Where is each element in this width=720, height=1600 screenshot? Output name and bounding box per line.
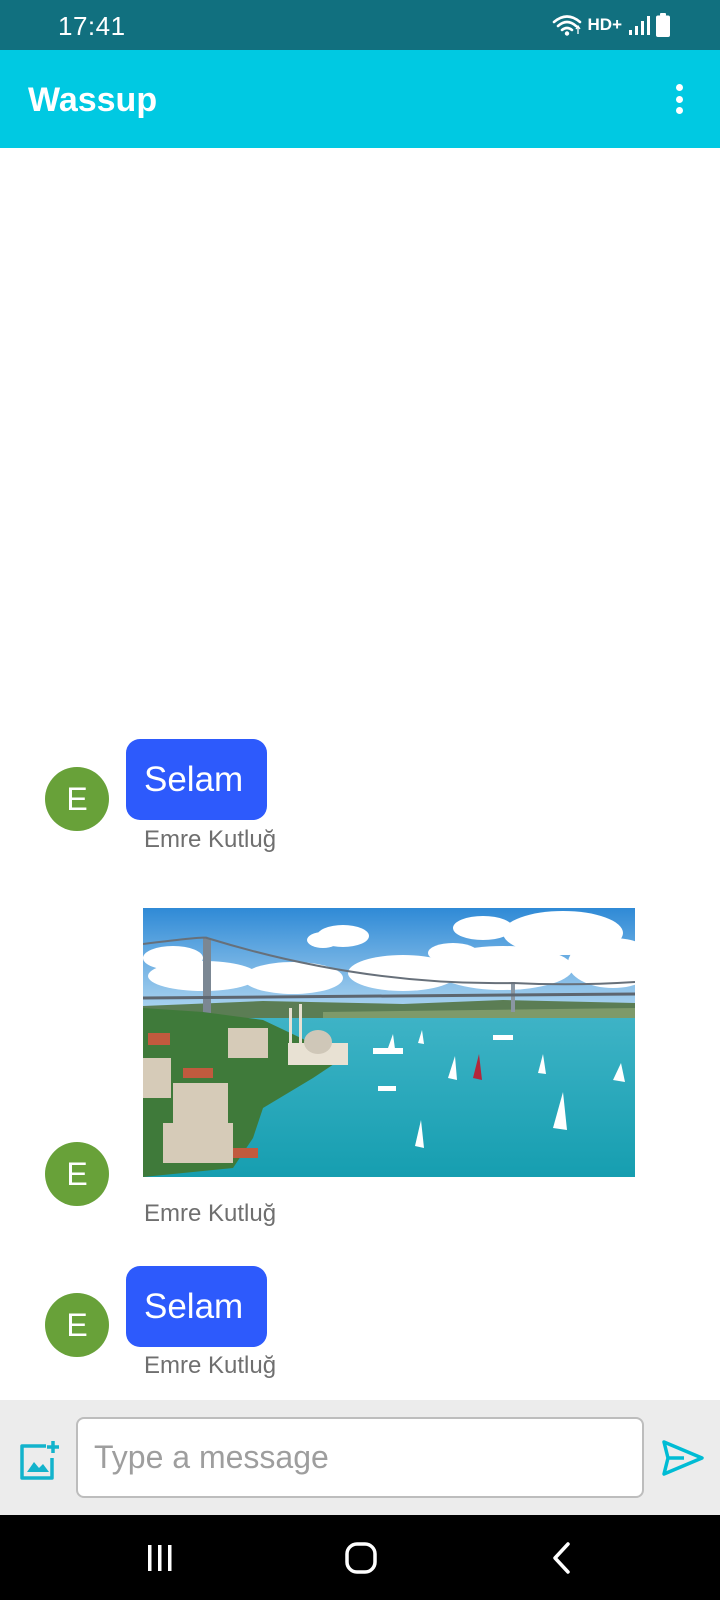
message-photo[interactable] <box>143 908 635 1177</box>
avatar: E <box>45 1142 109 1206</box>
sender-name: Emre Kutluğ <box>144 826 277 853</box>
app-title: Wassup <box>28 81 158 119</box>
signal-icon <box>629 16 650 35</box>
network-type-label: HD+ <box>587 15 622 34</box>
system-nav-bar <box>0 1515 720 1600</box>
bosphorus-photo <box>143 908 635 1177</box>
message-list[interactable]: E Selam Emre Kutluğ E Emre Kutluğ E Sela… <box>0 148 720 1400</box>
sender-name: Emre Kutluğ <box>144 1200 277 1227</box>
send-icon[interactable] <box>662 1440 704 1476</box>
more-vert-icon[interactable] <box>674 84 684 114</box>
recents-icon[interactable] <box>135 1535 185 1581</box>
message-input[interactable] <box>76 1417 644 1498</box>
status-bar: 17:41 HD+ <box>0 0 720 50</box>
message-composer <box>0 1400 720 1515</box>
status-time: 17:41 <box>58 11 126 41</box>
add-photo-icon[interactable] <box>18 1440 60 1482</box>
home-icon[interactable] <box>336 1535 386 1581</box>
app-bar: Wassup <box>0 50 720 148</box>
battery-icon <box>656 13 670 37</box>
wifi-icon <box>552 15 581 36</box>
sender-name: Emre Kutluğ <box>144 1352 277 1379</box>
menu-dot <box>675 107 683 114</box>
message-bubble[interactable]: Selam <box>126 739 267 820</box>
menu-dot <box>675 95 683 103</box>
status-icons: HD+ <box>552 12 670 38</box>
menu-dot <box>675 84 683 91</box>
avatar: E <box>45 767 109 831</box>
message-bubble[interactable]: Selam <box>126 1266 267 1347</box>
avatar: E <box>45 1293 109 1357</box>
back-icon[interactable] <box>537 1535 587 1581</box>
